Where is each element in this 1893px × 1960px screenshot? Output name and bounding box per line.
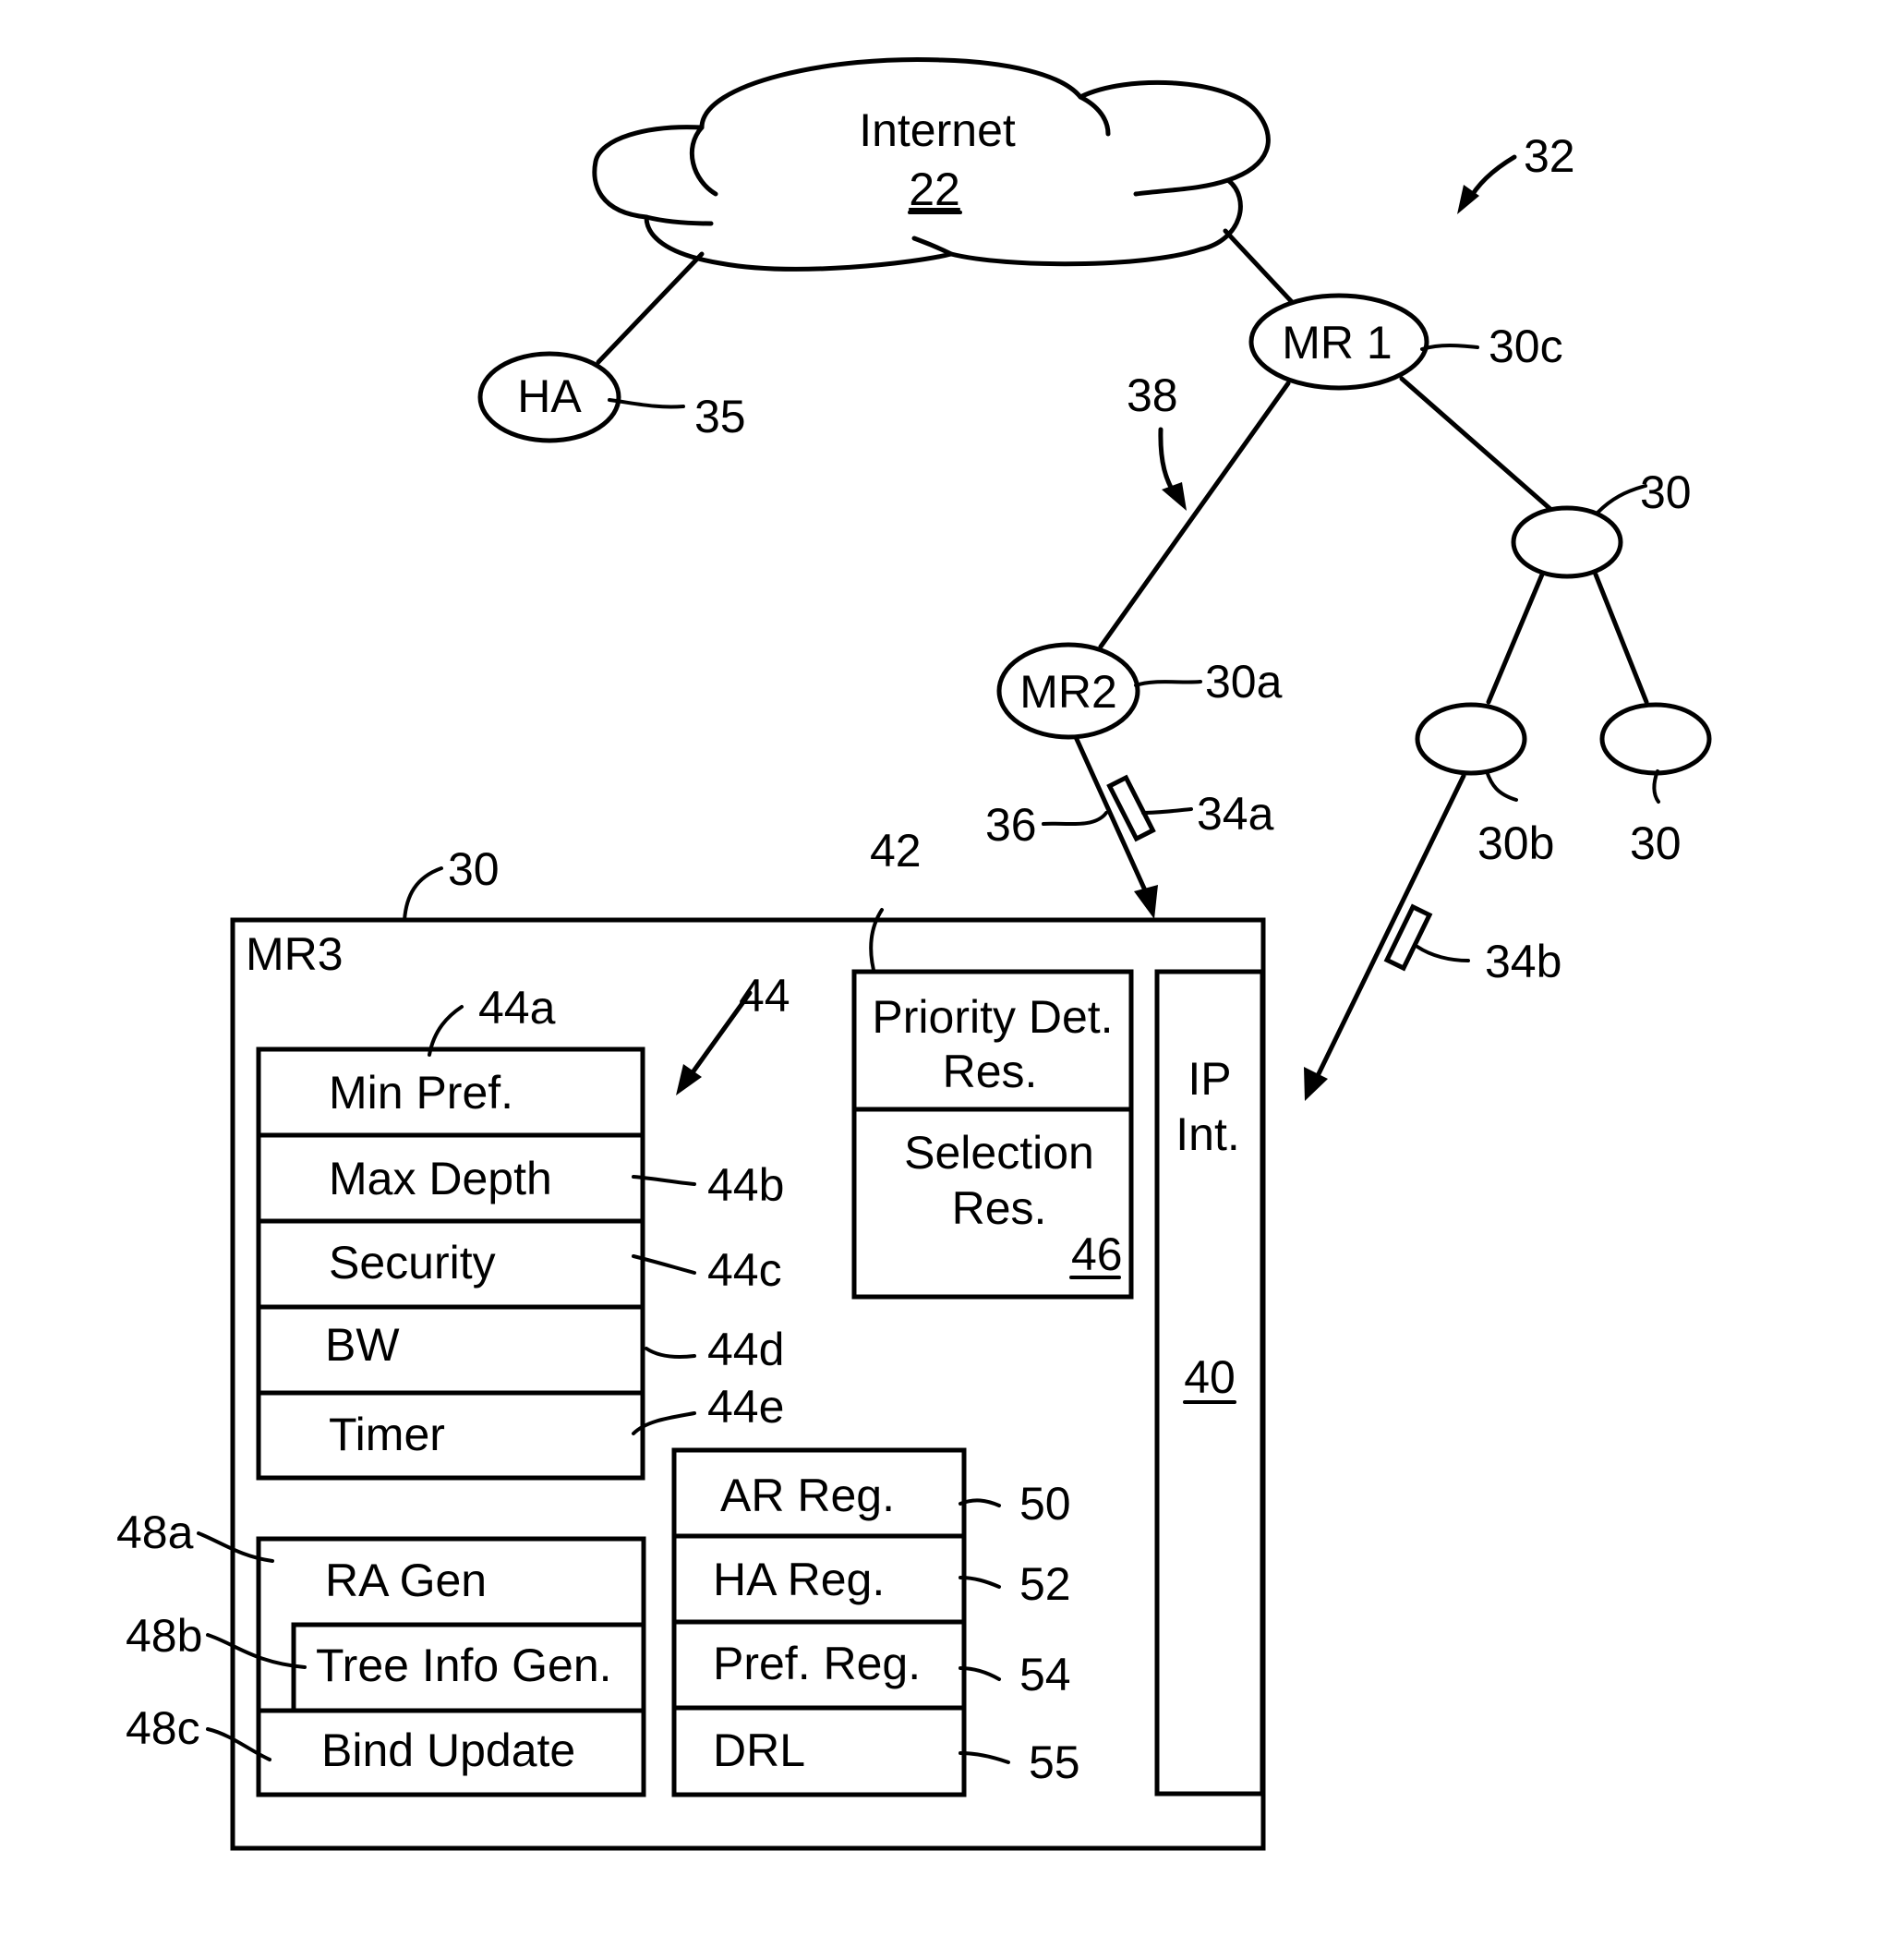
figure-ref: 32 [1524, 130, 1575, 182]
generator-ref: 48a [116, 1506, 194, 1558]
packet-34a: 34a [1106, 774, 1274, 842]
link-ref-38: 38 [1127, 369, 1187, 511]
priority-selection-box: 42 Priority Det. Res. Selection Res. 46 [851, 825, 1134, 1300]
attr-row-ref: 44e [707, 1381, 784, 1433]
selection-line1: Selection [904, 1127, 1094, 1179]
router-node-30-top-ref: 30 [1640, 466, 1692, 518]
mr3-label: MR3 [246, 928, 344, 980]
attr-row-ref: 44c [707, 1244, 782, 1296]
packet-34a-ref: 34a [1197, 788, 1274, 840]
link-node30-node30b [1486, 572, 1545, 705]
link-internet-ha [596, 251, 705, 365]
attr-row-label: Max Depth [329, 1153, 552, 1204]
internet-cloud: Internet 22 [592, 56, 1271, 272]
attributes-table-ref: 44 [739, 970, 790, 1022]
link-internet-mr1 [1223, 228, 1296, 306]
mr2-label: MR2 [1019, 666, 1117, 718]
attr-row-label: BW [325, 1319, 400, 1371]
packet-34b-ref: 34b [1485, 936, 1561, 987]
mr1-node[interactable]: MR 1 30c [1248, 293, 1563, 391]
ip-interface[interactable]: IP Int. 40 [1154, 969, 1265, 1797]
generator-label: Tree Info Gen. [316, 1639, 612, 1691]
home-agent-label: HA [517, 370, 582, 422]
mr1-label: MR 1 [1282, 317, 1392, 369]
generator-ref: 48b [126, 1610, 202, 1662]
register-label: DRL [713, 1724, 805, 1776]
ip-interface-line1: IP [1188, 1053, 1231, 1105]
register-label: AR Reg. [720, 1470, 895, 1521]
attr-row-ref: 44b [707, 1159, 784, 1211]
attr-row-label: Timer [329, 1409, 445, 1460]
priority-line2: Res. [943, 1046, 1038, 1097]
arrow-down-icon [1304, 1067, 1328, 1101]
network-diagram: Internet 22 32 HA 35 MR 1 30c 38 30 30b … [116, 56, 1712, 1851]
home-agent-ref: 35 [694, 391, 746, 442]
priority-determination-resource[interactable]: Priority Det. Res. [851, 969, 1134, 1112]
register-ref: 52 [1019, 1558, 1071, 1610]
register-label: Pref. Reg. [713, 1638, 921, 1689]
attr-row-ref: 44a [478, 982, 556, 1034]
bind-update-generator[interactable]: Bind Update 48c [126, 1702, 646, 1797]
register-label: HA Reg. [713, 1554, 885, 1605]
link-node30-node30 [1593, 572, 1649, 705]
mr3-ref: 30 [448, 843, 500, 895]
link-node30b-out [1310, 773, 1466, 1088]
link-ref-36: 36 [985, 799, 1108, 851]
router-node-30-right[interactable]: 30 [1599, 702, 1712, 869]
arrow-down-icon-2 [1134, 885, 1158, 919]
router-node-30-top[interactable]: 30 [1511, 466, 1692, 579]
mr2-node[interactable]: MR2 30a [996, 642, 1283, 740]
attr-row-ref: 44d [707, 1324, 784, 1375]
home-agent-node[interactable]: HA 35 [477, 351, 746, 443]
internet-ref: 22 [909, 163, 960, 215]
selection-ref: 46 [1071, 1228, 1123, 1280]
attr-row-label: Security [329, 1237, 496, 1289]
generator-label: Bind Update [321, 1724, 575, 1776]
generators-block: RA Gen 48a Tree Info Gen. 48b Bind Updat… [116, 1506, 646, 1797]
selection-line2: Res. [952, 1182, 1047, 1234]
register-ref: 54 [1019, 1649, 1071, 1700]
attr-row-label: Min Pref. [329, 1067, 513, 1119]
priority-box-ref: 42 [870, 825, 922, 877]
mr1-ref: 30c [1489, 321, 1563, 372]
ip-interface-ref: 40 [1184, 1351, 1236, 1403]
packet-34b: 34b [1383, 903, 1561, 987]
generator-ref: 48c [126, 1702, 200, 1754]
register-ref: 55 [1029, 1736, 1080, 1788]
tree-info-generator[interactable]: Tree Info Gen. 48b [126, 1610, 646, 1713]
mr2-ref: 30a [1205, 656, 1283, 708]
generator-label: RA Gen [325, 1555, 487, 1606]
internet-label: Internet [859, 104, 1016, 156]
link-mr1-mr2 [1098, 381, 1291, 649]
link-ref-36-label: 36 [985, 799, 1037, 851]
router-node-30-right-ref: 30 [1630, 817, 1682, 869]
link-ref-38-label: 38 [1127, 369, 1178, 421]
figure-ref-32: 32 [1457, 130, 1575, 214]
ip-interface-line2: Int. [1176, 1108, 1239, 1160]
link-mr1-node30 [1399, 376, 1554, 513]
selection-resource[interactable]: Selection Res. 46 [851, 1107, 1134, 1300]
register-ref: 50 [1019, 1478, 1071, 1530]
priority-line1: Priority Det. [872, 991, 1113, 1043]
router-node-30b[interactable]: 30b [1415, 702, 1554, 869]
router-node-30b-ref: 30b [1477, 817, 1554, 869]
